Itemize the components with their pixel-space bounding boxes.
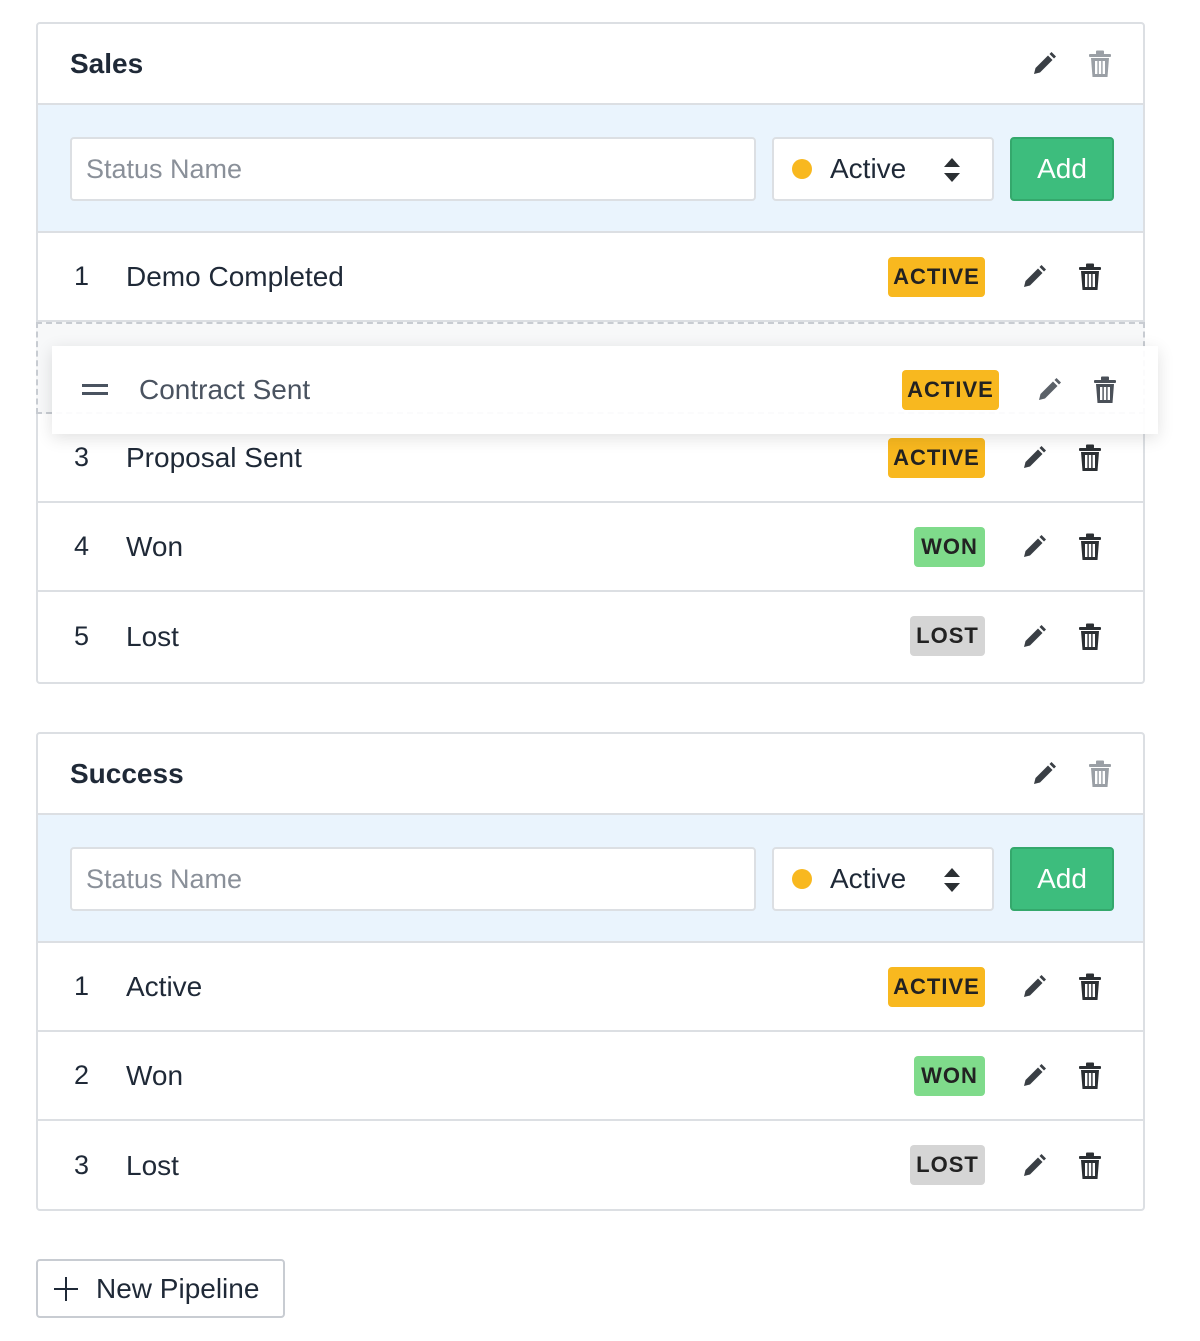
pencil-icon[interactable] [1021, 1062, 1047, 1090]
status-position: 3 [74, 1150, 90, 1180]
pencil-icon[interactable] [1031, 50, 1057, 78]
pipeline-card-success: Success Active Add 1 Active ACTIVE 2 Won… [36, 732, 1145, 1211]
pencil-icon[interactable] [1021, 533, 1047, 561]
trash-icon[interactable] [1092, 376, 1118, 404]
status-name: Demo Completed [126, 260, 344, 292]
trash-icon[interactable] [1077, 973, 1103, 1001]
plus-icon [54, 1276, 78, 1301]
add-status-button[interactable]: Add [1010, 137, 1114, 201]
new-pipeline-label: New Pipeline [96, 1272, 260, 1304]
trash-icon[interactable] [1077, 444, 1103, 472]
pipeline-header: Success [38, 734, 1143, 815]
dragging-status-row[interactable]: Contract Sent ACTIVE [52, 346, 1158, 434]
status-type-select[interactable]: Active [772, 137, 994, 201]
trash-icon[interactable] [1077, 1152, 1103, 1180]
status-name: Won [126, 1059, 184, 1091]
status-badge: WON [914, 1056, 985, 1096]
pencil-icon[interactable] [1021, 263, 1047, 291]
sort-updown-icon [942, 867, 962, 893]
new-pipeline-button[interactable]: New Pipeline [36, 1259, 285, 1318]
status-badge: ACTIVE [902, 370, 999, 410]
pencil-icon[interactable] [1031, 760, 1057, 788]
status-row[interactable]: 1 Demo Completed ACTIVE [38, 233, 1143, 322]
trash-icon[interactable] [1077, 623, 1103, 651]
pipeline-header: Sales [38, 24, 1143, 105]
trash-icon[interactable] [1077, 263, 1103, 291]
trash-icon[interactable] [1087, 760, 1113, 788]
status-badge: ACTIVE [888, 967, 985, 1007]
status-row[interactable]: 4 Won WON [38, 503, 1143, 592]
pencil-icon[interactable] [1021, 623, 1047, 651]
pencil-icon[interactable] [1021, 973, 1047, 1001]
pencil-icon[interactable] [1021, 1152, 1047, 1180]
status-position: 1 [74, 971, 90, 1001]
status-row[interactable]: 2 Won WON [38, 1032, 1143, 1121]
status-name: Lost [126, 620, 179, 652]
status-type-value: Active [830, 153, 907, 184]
status-badge: ACTIVE [888, 257, 985, 297]
add-status-row: Active Add [38, 105, 1143, 233]
status-name: Active [126, 970, 203, 1002]
status-badge: ACTIVE [888, 438, 985, 478]
status-name: Proposal Sent [126, 441, 302, 473]
status-name: Won [126, 530, 184, 562]
add-status-button[interactable]: Add [1010, 847, 1114, 911]
status-row[interactable]: 1 Active ACTIVE [38, 943, 1143, 1032]
status-row[interactable]: 5 Lost LOST [38, 592, 1143, 681]
trash-icon[interactable] [1077, 1062, 1103, 1090]
status-position: 1 [74, 261, 90, 291]
status-badge: LOST [910, 1145, 985, 1185]
drag-handle-icon[interactable] [82, 384, 108, 398]
pencil-icon[interactable] [1021, 444, 1047, 472]
status-position: 2 [74, 1060, 90, 1090]
status-name: Contract Sent [139, 374, 311, 405]
status-position: 3 [74, 442, 90, 472]
trash-icon[interactable] [1087, 50, 1113, 78]
status-type-select[interactable]: Active [772, 847, 994, 911]
status-badge: LOST [910, 616, 985, 656]
status-name: Lost [126, 1149, 179, 1181]
status-position: 5 [74, 621, 90, 651]
status-row[interactable]: 3 Lost LOST [38, 1121, 1143, 1210]
pipeline-title: Sales [70, 47, 144, 79]
status-color-dot [792, 159, 812, 179]
status-badge: WON [914, 527, 985, 567]
status-name-input[interactable] [70, 137, 756, 201]
status-name-input[interactable] [70, 847, 756, 911]
pipeline-title: Success [70, 757, 184, 789]
status-type-value: Active [830, 863, 907, 894]
pencil-icon[interactable] [1036, 376, 1062, 404]
status-color-dot [792, 869, 812, 889]
sort-updown-icon [942, 157, 962, 183]
status-position: 4 [74, 531, 90, 561]
trash-icon[interactable] [1077, 533, 1103, 561]
add-status-row: Active Add [38, 815, 1143, 943]
